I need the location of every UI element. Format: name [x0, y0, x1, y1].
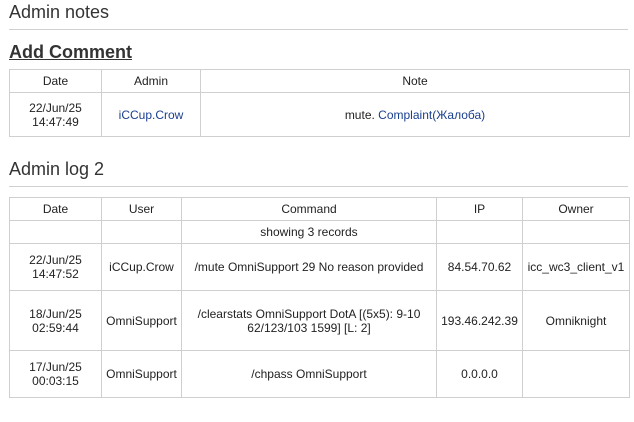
column-header-user: User	[101, 197, 182, 221]
log-date-cell: 17/Jun/25 00:03:15	[9, 350, 102, 398]
log-user: OmniSupport	[101, 350, 182, 398]
log-time: 00:03:15	[32, 374, 79, 388]
log-ip: 84.54.70.62	[436, 243, 523, 291]
column-header-date: Date	[9, 69, 102, 93]
table-row: 22/Jun/25 14:47:49 iCCup.Crow mute. Comp…	[9, 92, 630, 137]
add-comment-link[interactable]: Add Comment	[9, 42, 132, 63]
column-header-owner: Owner	[522, 197, 630, 221]
log-ip: 0.0.0.0	[436, 350, 523, 398]
note-admin-cell: iCCup.Crow	[101, 92, 201, 137]
log-date-cell: 22/Jun/25 14:47:52	[9, 243, 102, 291]
table-row: 22/Jun/25 14:47:52 iCCup.Crow /mute Omni…	[9, 243, 630, 291]
log-date: 17/Jun/25	[29, 360, 82, 374]
log-owner: Omniknight	[522, 290, 630, 351]
log-date: 22/Jun/25	[29, 253, 82, 267]
log-owner: icc_wc3_client_v1	[522, 243, 630, 291]
column-header-command: Command	[181, 197, 437, 221]
admin-notes-title: Admin notes	[9, 0, 628, 30]
log-user: OmniSupport	[101, 290, 182, 351]
table-header-row: Date User Command IP Owner	[9, 197, 630, 221]
note-time: 14:47:49	[32, 114, 79, 129]
log-user: iCCup.Crow	[101, 243, 182, 291]
note-date: 22/Jun/25	[29, 100, 82, 115]
admin-log-title: Admin log 2	[9, 155, 628, 187]
log-time: 14:47:52	[32, 267, 79, 281]
log-date: 18/Jun/25	[29, 306, 82, 321]
table-row: 17/Jun/25 00:03:15 OmniSupport /chpass O…	[9, 350, 630, 398]
column-header-date: Date	[9, 197, 102, 221]
records-info: showing 3 records	[181, 220, 437, 244]
note-text: mute.	[344, 107, 375, 122]
admin-log-table: Date User Command IP Owner showing 3 rec…	[9, 197, 630, 398]
log-owner	[522, 350, 630, 398]
admin-notes-table: Date Admin Note 22/Jun/25 14:47:49 iCCup…	[9, 69, 630, 137]
log-command: /mute OmniSupport 29 No reason provided	[181, 243, 437, 291]
column-header-admin: Admin	[101, 69, 201, 93]
log-ip: 193.46.242.39	[436, 290, 523, 351]
admin-link[interactable]: iCCup.Crow	[119, 108, 184, 122]
records-info-row: showing 3 records	[9, 220, 630, 244]
log-command: /chpass OmniSupport	[181, 350, 437, 398]
page: Admin notes Add Comment Date Admin Note …	[0, 0, 634, 398]
log-date-cell: 18/Jun/25 02:59:44	[9, 290, 102, 351]
table-row: 18/Jun/25 02:59:44 OmniSupport /clearsta…	[9, 290, 630, 351]
column-header-note: Note	[200, 69, 630, 93]
complaint-link[interactable]: Complaint(Жалоба)	[378, 108, 485, 122]
log-time: 02:59:44	[32, 320, 79, 335]
column-header-ip: IP	[436, 197, 523, 221]
note-date-cell: 22/Jun/25 14:47:49	[9, 92, 102, 137]
log-command: /clearstats OmniSupport DotA [(5x5): 9-1…	[181, 290, 437, 351]
table-header-row: Date Admin Note	[9, 69, 630, 93]
note-text-cell: mute. Complaint(Жалоба)	[200, 92, 630, 137]
